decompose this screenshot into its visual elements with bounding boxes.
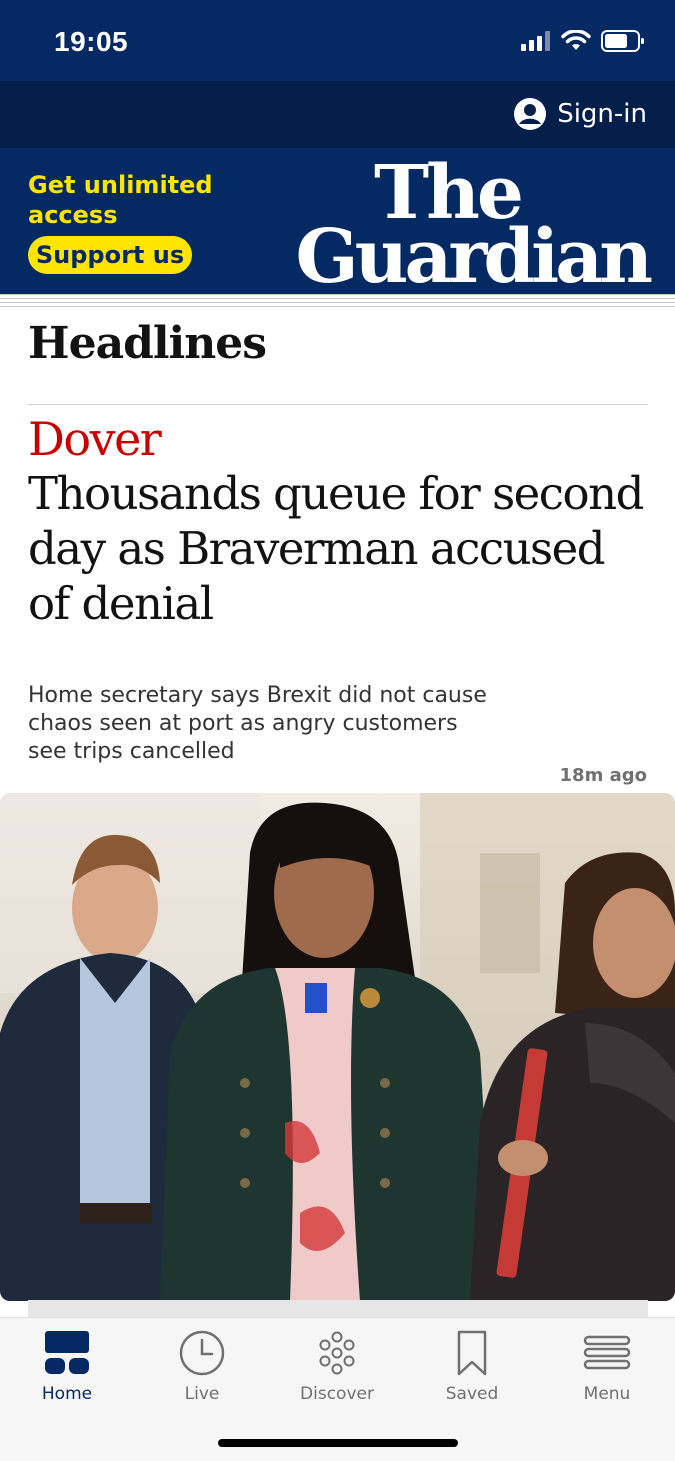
nav-discover-label: Discover: [300, 1384, 374, 1404]
discover-icon: [277, 1328, 397, 1378]
logo-line-guardian: Guardian: [295, 214, 653, 300]
home-indicator[interactable]: [218, 1439, 458, 1447]
clock-icon: [142, 1328, 262, 1378]
masthead: Get unlimited access Support us The Guar…: [0, 148, 675, 294]
story-photo: [0, 793, 675, 1301]
story-image[interactable]: [0, 793, 675, 1301]
section-divider: [28, 404, 648, 405]
next-card-edge: [28, 1300, 648, 1318]
support-us-button[interactable]: Support us: [28, 236, 192, 274]
story-headline[interactable]: Thousands queue for second day as Braver…: [28, 466, 648, 631]
nav-live-label: Live: [184, 1384, 220, 1404]
page-title: Headlines: [28, 318, 267, 369]
promo-text: Get unlimited access: [28, 171, 213, 229]
user-icon: [514, 98, 547, 130]
menu-icon: [547, 1328, 667, 1378]
nav-saved-label: Saved: [445, 1384, 499, 1404]
masthead-rule: [0, 294, 675, 314]
story-timestamp: 18m ago: [559, 765, 647, 786]
signal-icon: [521, 31, 550, 51]
sign-in-button[interactable]: Sign-in: [513, 97, 647, 131]
story-kicker[interactable]: Dover: [28, 412, 162, 466]
battery-icon: [601, 30, 644, 52]
nav-home-label: Home: [41, 1384, 93, 1404]
nav-home[interactable]: Home: [7, 1328, 127, 1404]
nav-menu-label: Menu: [583, 1384, 631, 1404]
status-time: 19:05: [54, 26, 129, 57]
status-icons: [521, 30, 645, 52]
home-icon: [7, 1328, 127, 1378]
nav-menu[interactable]: Menu: [547, 1328, 667, 1404]
status-bar: 19:05: [0, 0, 675, 81]
story-standfirst: Home secretary says Brexit did not cause…: [28, 683, 487, 764]
bookmark-icon: [412, 1328, 532, 1378]
guardian-logo[interactable]: The Guardian: [295, 156, 653, 300]
nav-saved[interactable]: Saved: [412, 1328, 532, 1404]
sign-in-label: Sign-in: [557, 99, 647, 129]
wifi-icon: [561, 30, 591, 50]
nav-live[interactable]: Live: [142, 1328, 262, 1404]
account-bar: Sign-in: [0, 81, 675, 148]
nav-discover[interactable]: Discover: [277, 1328, 397, 1404]
